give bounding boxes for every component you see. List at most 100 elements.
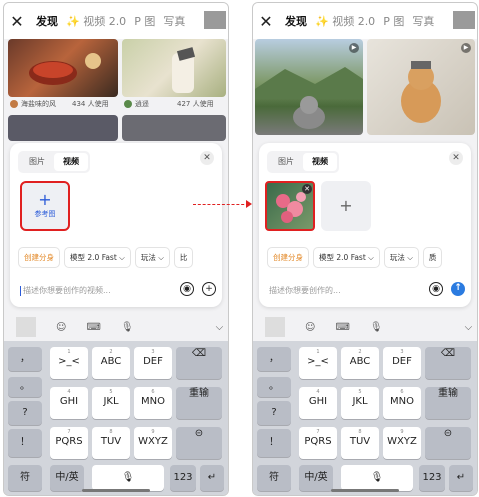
key-row1-1[interactable]: 1 >_< xyxy=(299,347,337,379)
key-row1-4[interactable]: ⌫ xyxy=(176,347,222,379)
key-question[interactable]: ? xyxy=(257,401,291,425)
add-image-button[interactable]: + xyxy=(321,181,371,231)
create-avatar-chip[interactable]: 创建分身 xyxy=(267,247,309,268)
key-exclaim[interactable]: ！ xyxy=(257,429,291,457)
key-numbers[interactable]: 123 xyxy=(419,465,445,491)
key-row3-3[interactable]: 9 WXYZ xyxy=(383,427,421,459)
avatar-thumbnail[interactable] xyxy=(453,11,475,29)
key-question[interactable]: ? xyxy=(8,401,42,425)
key-row2-3[interactable]: 6 MNO xyxy=(383,387,421,419)
key-enter[interactable]: ↵ xyxy=(449,465,473,491)
key-row3-2[interactable]: 8 TUV xyxy=(341,427,379,459)
key-row1-2[interactable]: 2 ABC xyxy=(92,347,130,379)
play-icon[interactable]: ▶ xyxy=(349,43,359,53)
feed-image-hotpot[interactable] xyxy=(8,39,118,97)
keyboard-icon[interactable]: ⌨ xyxy=(335,322,349,333)
space-key[interactable]: 🎙 xyxy=(92,465,164,491)
key-row2-1[interactable]: 4 GHI xyxy=(50,387,88,419)
key-row2-2[interactable]: 5 JKL xyxy=(341,387,379,419)
send-button[interactable]: ↑ xyxy=(451,282,465,296)
keyboard-logo-icon[interactable] xyxy=(265,317,285,337)
model-select-chip[interactable]: 模型 2.0 Fast ⌵ xyxy=(313,247,380,268)
key-row2-4[interactable]: 重输 xyxy=(176,387,222,419)
key-row2-4[interactable]: 重输 xyxy=(425,387,471,419)
feed-image-partial[interactable] xyxy=(122,115,226,141)
tab-p-image[interactable]: P 图 xyxy=(383,13,404,29)
key-row2-2[interactable]: 5 JKL xyxy=(92,387,130,419)
key-row2-1[interactable]: 4 GHI xyxy=(299,387,337,419)
keyboard-logo-icon[interactable] xyxy=(16,317,36,337)
key-row3-3[interactable]: 9 WXYZ xyxy=(134,427,172,459)
tab-video[interactable]: ✨ 视频 2.0 xyxy=(315,13,375,29)
remove-image-icon[interactable]: ✕ xyxy=(302,184,312,194)
collapse-keyboard-icon[interactable]: ⌵ xyxy=(465,322,473,333)
key-symbols[interactable]: 符 xyxy=(8,465,42,491)
audio-icon[interactable]: ◉ xyxy=(429,282,443,296)
prompt-placeholder: 描述你想要创作的视频... xyxy=(23,286,111,295)
close-icon[interactable]: ✕ xyxy=(6,12,28,31)
close-panel-icon[interactable]: ✕ xyxy=(449,151,463,165)
key-row3-1[interactable]: 7 PQRS xyxy=(299,427,337,459)
play-mode-chip[interactable]: 玩法 ⌵ xyxy=(134,247,170,268)
feed-video-landscape-cat[interactable]: ▶ xyxy=(255,39,363,135)
key-row2-3[interactable]: 6 MNO xyxy=(134,387,172,419)
avatar-thumbnail[interactable] xyxy=(204,11,226,29)
key-number: 4 xyxy=(67,389,71,395)
key-period[interactable]: 。 xyxy=(257,377,291,397)
prompt-input[interactable]: 描述你想要创作的... xyxy=(269,285,341,296)
audio-icon[interactable]: ◉ xyxy=(180,282,194,296)
tab-discover[interactable]: 发现 xyxy=(36,13,58,29)
create-avatar-chip[interactable]: 创建分身 xyxy=(18,247,60,268)
add-reference-image-button[interactable]: + 参考图 xyxy=(20,181,70,231)
close-icon[interactable]: ✕ xyxy=(255,12,277,31)
prompt-input[interactable]: 描述你想要创作的视频... xyxy=(20,285,111,296)
key-row1-3[interactable]: 3 DEF xyxy=(383,347,421,379)
key-row1-1[interactable]: 1 >_< xyxy=(50,347,88,379)
key-row1-2[interactable]: 2 ABC xyxy=(341,347,379,379)
tab-image[interactable]: 图片 xyxy=(269,153,303,171)
key-symbols[interactable]: 符 xyxy=(257,465,291,491)
key-numbers[interactable]: 123 xyxy=(170,465,196,491)
feed-image-partial[interactable] xyxy=(8,115,118,141)
key-row3-4[interactable]: ⊝ xyxy=(176,427,222,459)
tab-image[interactable]: 图片 xyxy=(20,153,54,171)
key-row1-4[interactable]: ⌫ xyxy=(425,347,471,379)
uploaded-reference-image[interactable]: ✕ xyxy=(265,181,315,231)
key-row3-1[interactable]: 7 PQRS xyxy=(50,427,88,459)
home-indicator xyxy=(82,489,150,492)
media-type-toggle: 图片 视频 xyxy=(267,151,339,173)
key-comma[interactable]: ， xyxy=(8,347,42,371)
tab-video[interactable]: 视频 xyxy=(303,153,337,171)
tab-portrait[interactable]: 写真 xyxy=(163,13,185,29)
key-lang-switch[interactable]: 中/英 xyxy=(50,465,84,491)
key-row1-3[interactable]: 3 DEF xyxy=(134,347,172,379)
microphone-icon[interactable]: 🎙 xyxy=(370,322,383,333)
keyboard-icon[interactable]: ⌨ xyxy=(86,322,100,333)
emoji-icon[interactable]: ☺ xyxy=(305,322,315,333)
play-mode-chip[interactable]: 玩法 ⌵ xyxy=(383,247,419,268)
key-comma[interactable]: ， xyxy=(257,347,291,371)
tab-video[interactable]: 视频 xyxy=(54,153,88,171)
ratio-chip[interactable]: 比 xyxy=(173,247,194,268)
microphone-icon[interactable]: 🎙 xyxy=(121,322,134,333)
key-period[interactable]: 。 xyxy=(8,377,42,397)
add-icon[interactable]: + xyxy=(202,282,216,296)
tab-p-image[interactable]: P 图 xyxy=(134,13,155,29)
play-icon[interactable]: ▶ xyxy=(461,43,471,53)
model-select-chip[interactable]: 模型 2.0 Fast ⌵ xyxy=(64,247,131,268)
close-panel-icon[interactable]: ✕ xyxy=(200,151,214,165)
key-exclaim[interactable]: ！ xyxy=(8,429,42,457)
collapse-keyboard-icon[interactable]: ⌵ xyxy=(216,322,224,333)
feed-image-reading[interactable] xyxy=(122,39,226,97)
key-enter[interactable]: ↵ xyxy=(200,465,224,491)
feed-video-dancing-cat[interactable]: ▶ xyxy=(367,39,475,135)
emoji-icon[interactable]: ☺ xyxy=(56,322,66,333)
space-key[interactable]: 🎙 xyxy=(341,465,413,491)
tab-video[interactable]: ✨ 视频 2.0 xyxy=(66,13,126,29)
tab-portrait[interactable]: 写真 xyxy=(412,13,434,29)
quality-chip[interactable]: 质 xyxy=(422,247,443,268)
key-row3-4[interactable]: ⊝ xyxy=(425,427,471,459)
tab-discover[interactable]: 发现 xyxy=(285,13,307,29)
key-lang-switch[interactable]: 中/英 xyxy=(299,465,333,491)
key-row3-2[interactable]: 8 TUV xyxy=(92,427,130,459)
